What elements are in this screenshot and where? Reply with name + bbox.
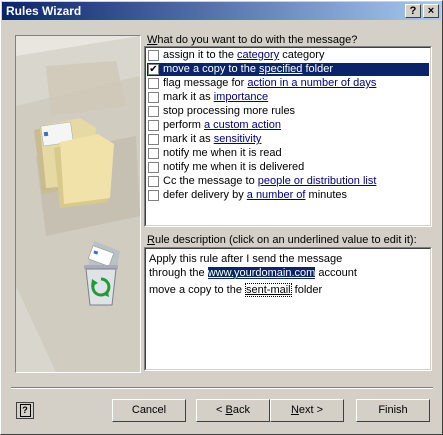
folder-link[interactable]: sent-mail — [245, 283, 292, 297]
question-accel: W — [147, 34, 158, 46]
action-checkbox[interactable] — [148, 78, 159, 89]
action-label: move a copy to the specified folder — [163, 63, 333, 75]
action-link[interactable]: a custom action — [204, 119, 281, 131]
action-label: mark it as sensitivity — [163, 133, 262, 145]
action-checkbox[interactable] — [148, 50, 159, 61]
action-label: mark it as importance — [163, 91, 269, 103]
action-item[interactable]: mark it as sensitivity — [147, 133, 429, 146]
action-checkbox[interactable] — [148, 106, 159, 117]
action-item[interactable]: defer delivery by a number of minutes — [147, 189, 429, 202]
action-label: stop processing more rules — [163, 105, 296, 117]
title-bar: Rules Wizard ? × — [2, 2, 441, 20]
button-separator — [11, 387, 433, 389]
action-label: defer delivery by a number of minutes — [163, 189, 348, 201]
rules-wizard-window: Rules Wizard ? × What do you want to do … — [0, 0, 443, 435]
action-checkbox[interactable] — [148, 134, 159, 145]
action-item[interactable]: Cc the message to people or distribution… — [147, 175, 429, 188]
action-item[interactable]: perform a custom action — [147, 119, 429, 132]
action-item[interactable]: flag message for action in a number of d… — [147, 77, 429, 90]
action-item[interactable]: notify me when it is read — [147, 147, 429, 160]
illustration-graphic — [16, 36, 140, 372]
actions-checklist[interactable]: assign it to the category category ✔ move … — [144, 46, 432, 227]
action-checkbox[interactable]: ✔ — [148, 64, 159, 75]
action-checkbox[interactable] — [148, 176, 159, 187]
action-link[interactable]: a number of — [247, 189, 306, 201]
action-checkbox[interactable] — [148, 190, 159, 201]
account-link[interactable]: www.yourdomain.com — [207, 267, 316, 279]
action-item[interactable]: notify me when it is delivered — [147, 161, 429, 174]
action-item[interactable]: assign it to the category category — [147, 49, 429, 62]
action-checkbox[interactable] — [148, 148, 159, 159]
wizard-illustration — [15, 35, 141, 373]
action-label: notify me when it is delivered — [163, 161, 305, 173]
description-line-condition: Apply this rule after I send the message — [149, 253, 343, 265]
action-link[interactable]: specified — [259, 63, 302, 75]
action-label: notify me when it is read — [163, 147, 282, 159]
description-line-folder: move a copy to the sent-mail folder — [149, 283, 323, 297]
rule-description-label: Rule description (click on an underlined… — [147, 234, 417, 246]
action-question-label: What do you want to do with the message? — [147, 34, 358, 46]
action-label: Cc the message to people or distribution… — [163, 175, 377, 187]
action-label: assign it to the category category — [163, 49, 325, 61]
action-link[interactable]: action in a number of days — [247, 77, 376, 89]
cancel-button[interactable]: Cancel — [112, 399, 186, 422]
next-button[interactable]: Next > — [270, 399, 344, 422]
action-checkbox[interactable] — [148, 92, 159, 103]
action-item[interactable]: ✔ move a copy to the specified folder — [147, 63, 429, 76]
help-icon: ? — [19, 404, 31, 417]
action-item[interactable]: stop processing more rules — [147, 105, 429, 118]
back-button[interactable]: < Back — [196, 399, 270, 422]
finish-button[interactable]: Finish — [356, 399, 430, 422]
action-link[interactable]: sensitivity — [214, 133, 262, 145]
description-line-account: through the www.yourdomain.com account — [149, 267, 357, 279]
action-checkbox[interactable] — [148, 162, 159, 173]
action-link[interactable]: people or distribution list — [258, 175, 377, 187]
action-checkbox[interactable] — [148, 120, 159, 131]
help-button[interactable]: ? — [16, 402, 34, 419]
window-title: Rules Wizard — [6, 4, 82, 18]
action-item[interactable]: mark it as importance — [147, 91, 429, 104]
action-link[interactable]: importance — [214, 91, 268, 103]
title-close-button[interactable]: × — [423, 4, 439, 18]
action-label: flag message for action in a number of d… — [163, 77, 377, 89]
title-help-button[interactable]: ? — [405, 4, 421, 18]
rule-description-box: Apply this rule after I send the message… — [144, 247, 432, 371]
action-label: perform a custom action — [163, 119, 282, 131]
action-link[interactable]: category — [237, 49, 279, 61]
